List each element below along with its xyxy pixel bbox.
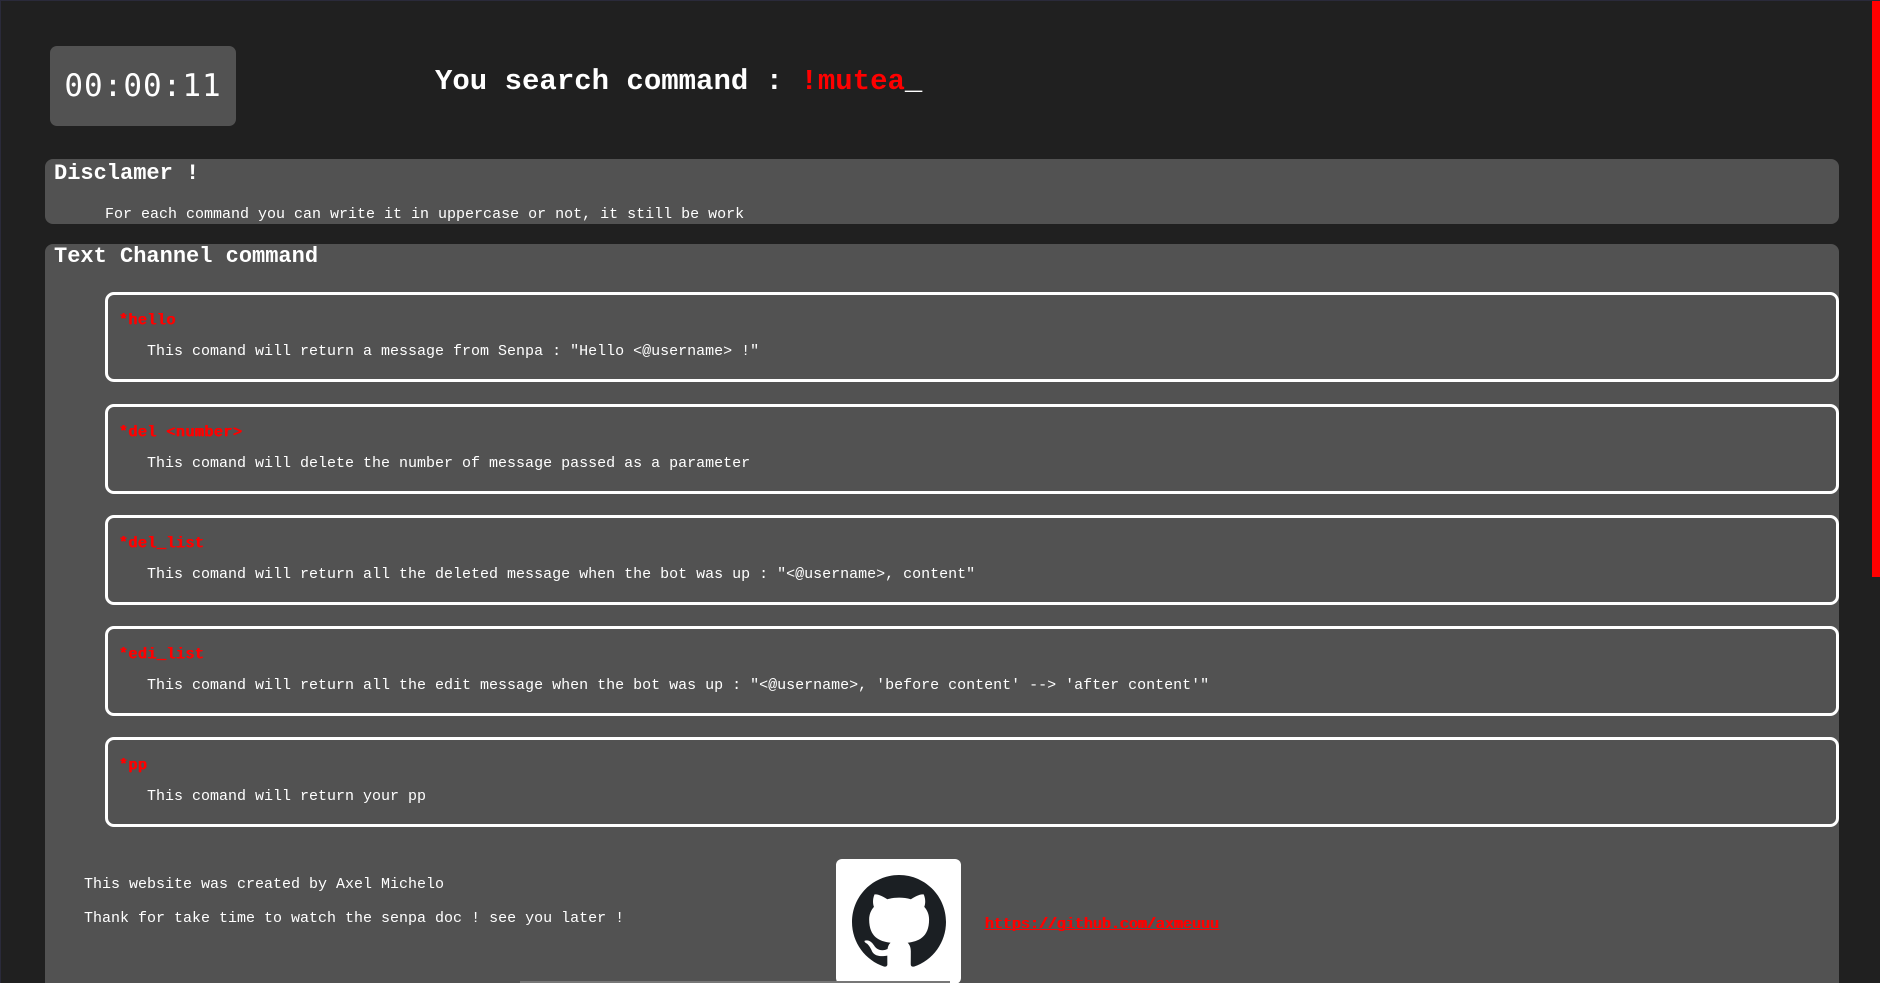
command-name: *del <number> bbox=[119, 424, 243, 441]
scrollbar-thumb[interactable] bbox=[1872, 1, 1880, 577]
search-term: !mutea bbox=[800, 65, 905, 98]
github-icon[interactable] bbox=[836, 859, 961, 983]
command-name: *pp bbox=[119, 757, 148, 774]
text-channel-title: Text Channel command bbox=[54, 244, 319, 269]
command-description: This comand will return your pp bbox=[147, 788, 427, 805]
disclaimer-text: For each command you can write it in upp… bbox=[105, 206, 745, 223]
search-label: You search command : bbox=[435, 65, 801, 98]
command-description: This comand will delete the number of me… bbox=[147, 455, 751, 472]
command-description: This comand will return a message from S… bbox=[147, 343, 760, 360]
command-description: This comand will return all the deleted … bbox=[147, 566, 976, 583]
page: 00:00:11 You search command : !mutea_ Di… bbox=[0, 0, 1880, 983]
command-description: This comand will return all the edit mes… bbox=[147, 677, 1210, 694]
command-card-edi-list: *edi_list This comand will return all th… bbox=[105, 626, 1839, 716]
disclaimer-title: Disclamer ! bbox=[54, 161, 200, 186]
command-card-del-list: *del_list This comand will return all th… bbox=[105, 515, 1839, 605]
command-name: *hello bbox=[119, 312, 177, 329]
footer-thanks: Thank for take time to watch the senpa d… bbox=[84, 910, 625, 927]
command-card-del: *del <number> This comand will delete th… bbox=[105, 404, 1839, 494]
command-card-hello: *hello This comand will return a message… bbox=[105, 292, 1839, 382]
timer: 00:00:11 bbox=[50, 46, 236, 126]
github-link[interactable]: https://github.com/axmeuuu bbox=[985, 916, 1219, 933]
github-logo-svg bbox=[851, 874, 946, 967]
footer: This website was created by Axel Michelo… bbox=[45, 846, 1839, 983]
footer-credit: This website was created by Axel Michelo bbox=[84, 876, 445, 893]
command-name: *edi_list bbox=[119, 646, 205, 663]
search-caret: _ bbox=[904, 65, 923, 98]
disclaimer-panel: Disclamer ! For each command you can wri… bbox=[45, 159, 1839, 224]
search-command-display: You search command : !mutea_ bbox=[435, 65, 922, 98]
command-card-pp: *pp This comand will return your pp bbox=[105, 737, 1839, 827]
command-name: *del_list bbox=[119, 535, 205, 552]
timer-value: 00:00:11 bbox=[64, 68, 222, 104]
